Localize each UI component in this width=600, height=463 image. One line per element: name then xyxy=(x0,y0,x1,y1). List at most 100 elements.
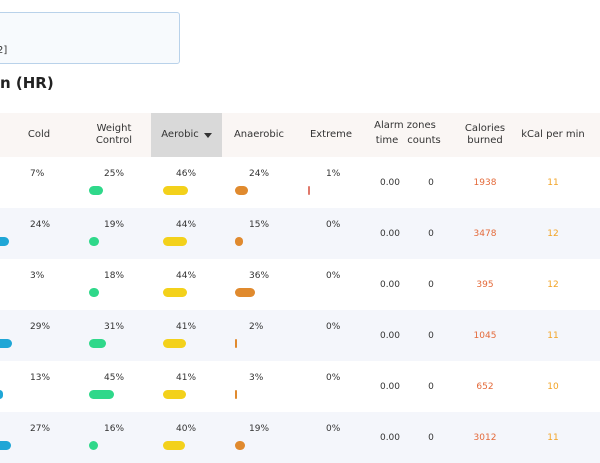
table-row[interactable]: 29% 31% 41% 2% 0% 0.00 0 1045 11 xyxy=(0,310,600,361)
cold-bar xyxy=(0,390,3,399)
anaerobic-bar xyxy=(235,186,248,195)
cold-percent: 29% xyxy=(30,322,51,332)
cold-bar xyxy=(0,237,9,246)
aerobic-percent: 44% xyxy=(176,271,197,281)
extreme-percent: 0% xyxy=(326,373,341,383)
header-alarm-counts[interactable]: counts xyxy=(406,135,442,146)
calories-value: 395 xyxy=(476,279,494,290)
kcal-value: 12 xyxy=(547,228,559,239)
cold-percent: 7% xyxy=(30,169,45,179)
table-header: Cold Weight Control Aerobic Anaerobic Ex… xyxy=(0,113,600,157)
header-cold[interactable]: Cold xyxy=(0,113,78,157)
cold-percent: 24% xyxy=(30,220,51,230)
cold-bar xyxy=(0,441,11,450)
weight-control-bar xyxy=(89,288,99,297)
aerobic-bar xyxy=(163,288,187,297)
table-row[interactable]: 3% 18% 44% 36% 0% 0.00 0 395 12 xyxy=(0,259,600,310)
calories-value: 3478 xyxy=(473,228,497,239)
aerobic-percent: 41% xyxy=(176,373,197,383)
kcal-value: 10 xyxy=(547,381,559,392)
weight-control-bar xyxy=(89,186,103,195)
aerobic-percent: 41% xyxy=(176,322,197,332)
aerobic-percent: 46% xyxy=(176,169,197,179)
sort-desc-icon xyxy=(203,132,212,138)
alarm-counts-value: 0 xyxy=(428,330,434,341)
anaerobic-bar xyxy=(235,390,237,399)
weight-control-bar xyxy=(89,237,99,246)
table-body: 7% 25% 46% 24% 1% 0.00 0 1938 11 24% 19% 44% 15% 0% 0.… xyxy=(0,157,600,463)
anaerobic-percent: 19% xyxy=(249,424,270,434)
header-aerobic-label: Aerobic xyxy=(161,129,199,140)
alarm-counts-value: 0 xyxy=(428,432,434,443)
header-alarm-zones: Alarm zones time counts xyxy=(370,113,450,157)
weight-control-percent: 45% xyxy=(104,373,125,383)
extreme-percent: 0% xyxy=(326,322,341,332)
alarm-counts-value: 0 xyxy=(428,279,434,290)
extreme-percent: 1% xyxy=(326,169,341,179)
header-anaerobic-label: Anaerobic xyxy=(233,129,285,140)
header-alarm-zones-label: Alarm zones xyxy=(374,120,436,131)
alarm-time-value: 0.00 xyxy=(379,279,401,290)
header-weight-control-label: Weight Control xyxy=(95,123,133,146)
anaerobic-percent: 24% xyxy=(249,169,270,179)
alarm-counts-value: 0 xyxy=(428,381,434,392)
alarm-time-value: 0.00 xyxy=(379,228,401,239)
header-alarm-time[interactable]: time xyxy=(370,135,404,146)
weight-control-percent: 16% xyxy=(104,424,125,434)
kcal-value: 11 xyxy=(547,432,559,443)
cold-bar xyxy=(0,339,12,348)
header-calories-label: Calories burned xyxy=(464,123,506,146)
anaerobic-bar xyxy=(235,288,255,297)
calories-value: 1938 xyxy=(473,177,497,188)
aerobic-percent: 44% xyxy=(176,220,197,230)
anaerobic-bar xyxy=(235,339,237,348)
header-aerobic[interactable]: Aerobic xyxy=(151,113,222,157)
calories-value: 3012 xyxy=(473,432,497,443)
aerobic-bar xyxy=(163,390,186,399)
kcal-value: 11 xyxy=(547,177,559,188)
table-row[interactable]: 24% 19% 44% 15% 0% 0.00 0 3478 12 xyxy=(0,208,600,259)
table-row[interactable]: 13% 45% 41% 3% 0% 0.00 0 652 10 xyxy=(0,361,600,412)
weight-control-percent: 19% xyxy=(104,220,125,230)
header-weight-control[interactable]: Weight Control xyxy=(78,113,150,157)
header-calories[interactable]: Calories burned xyxy=(454,113,516,157)
anaerobic-percent: 15% xyxy=(249,220,270,230)
alarm-time-value: 0.00 xyxy=(379,330,401,341)
alarm-counts-value: 0 xyxy=(428,228,434,239)
alarm-time-value: 0.00 xyxy=(379,381,401,392)
header-kcal[interactable]: kCal per min xyxy=(516,113,590,157)
alarm-time-value: 0.00 xyxy=(379,177,401,188)
alarm-time-value: 0.00 xyxy=(379,432,401,443)
anaerobic-bar xyxy=(235,237,243,246)
aerobic-bar xyxy=(163,186,188,195)
anaerobic-percent: 36% xyxy=(249,271,270,281)
anaerobic-bar xyxy=(235,441,245,450)
cold-percent: 13% xyxy=(30,373,51,383)
kcal-value: 11 xyxy=(547,330,559,341)
filter-input-value: 2] xyxy=(0,45,8,56)
weight-control-percent: 31% xyxy=(104,322,125,332)
kcal-value: 12 xyxy=(547,279,559,290)
cold-percent: 3% xyxy=(30,271,45,281)
weight-control-bar xyxy=(89,441,98,450)
header-anaerobic[interactable]: Anaerobic xyxy=(222,113,296,157)
anaerobic-percent: 3% xyxy=(249,373,264,383)
filter-input[interactable]: 2] xyxy=(0,12,180,64)
header-extreme-label: Extreme xyxy=(309,129,353,140)
section-title: n (HR) xyxy=(0,74,54,92)
extreme-percent: 0% xyxy=(326,424,341,434)
weight-control-bar xyxy=(89,339,106,348)
extreme-percent: 0% xyxy=(326,220,341,230)
header-cold-label: Cold xyxy=(27,129,51,140)
zones-table: Cold Weight Control Aerobic Anaerobic Ex… xyxy=(0,113,600,463)
calories-value: 1045 xyxy=(473,330,497,341)
alarm-counts-value: 0 xyxy=(428,177,434,188)
header-kcal-label: kCal per min xyxy=(521,129,585,140)
extreme-percent: 0% xyxy=(326,271,341,281)
calories-value: 652 xyxy=(476,381,494,392)
table-row[interactable]: 7% 25% 46% 24% 1% 0.00 0 1938 11 xyxy=(0,157,600,208)
table-row[interactable]: 27% 16% 40% 19% 0% 0.00 0 3012 11 xyxy=(0,412,600,463)
weight-control-bar xyxy=(89,390,114,399)
aerobic-bar xyxy=(163,237,187,246)
header-extreme[interactable]: Extreme xyxy=(296,113,366,157)
